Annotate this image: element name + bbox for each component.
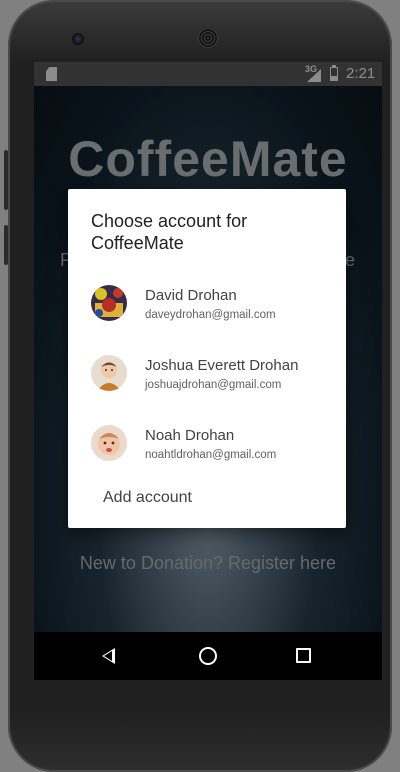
account-item[interactable]: Noah Drohan noahtldrohan@gmail.com [68,411,346,477]
avatar-image [91,355,127,391]
avatar [91,355,127,391]
screen: 3G 2:21 CoffeeMate F e New to Donation? … [34,62,382,680]
light-sensor [334,35,340,41]
account-email: joshuajdrohan@gmail.com [145,379,282,391]
front-camera [72,33,84,45]
volume-button [4,150,8,210]
account-email: noahtldrohan@gmail.com [145,449,277,461]
phone-frame: 3G 2:21 CoffeeMate F e New to Donation? … [4,0,392,772]
avatar-image [91,285,127,321]
account-name: Noah Drohan [145,427,235,444]
account-name: Joshua Everett Drohan [145,357,299,374]
account-email: daveydrohan@gmail.com [145,309,276,321]
avatar [91,285,127,321]
account-item[interactable]: Joshua Everett Drohan joshuajdrohan@gmai… [68,341,346,407]
avatar-image [91,425,127,461]
recents-icon[interactable] [296,648,311,663]
account-item[interactable]: David Drohan daveydrohan@gmail.com [68,271,346,337]
avatar [91,425,127,461]
power-button [4,225,8,265]
account-name: David Drohan [145,287,237,304]
dialog-title: Choose account for CoffeeMate [91,211,248,253]
add-account-button[interactable]: Add account [103,489,192,507]
earpiece-speaker [198,28,218,48]
back-icon[interactable] [102,648,115,664]
proximity-sensor [318,35,324,41]
home-icon[interactable] [199,647,217,665]
choose-account-dialog: Choose account for CoffeeMate David Droh… [68,189,346,528]
navigation-bar [34,632,382,680]
